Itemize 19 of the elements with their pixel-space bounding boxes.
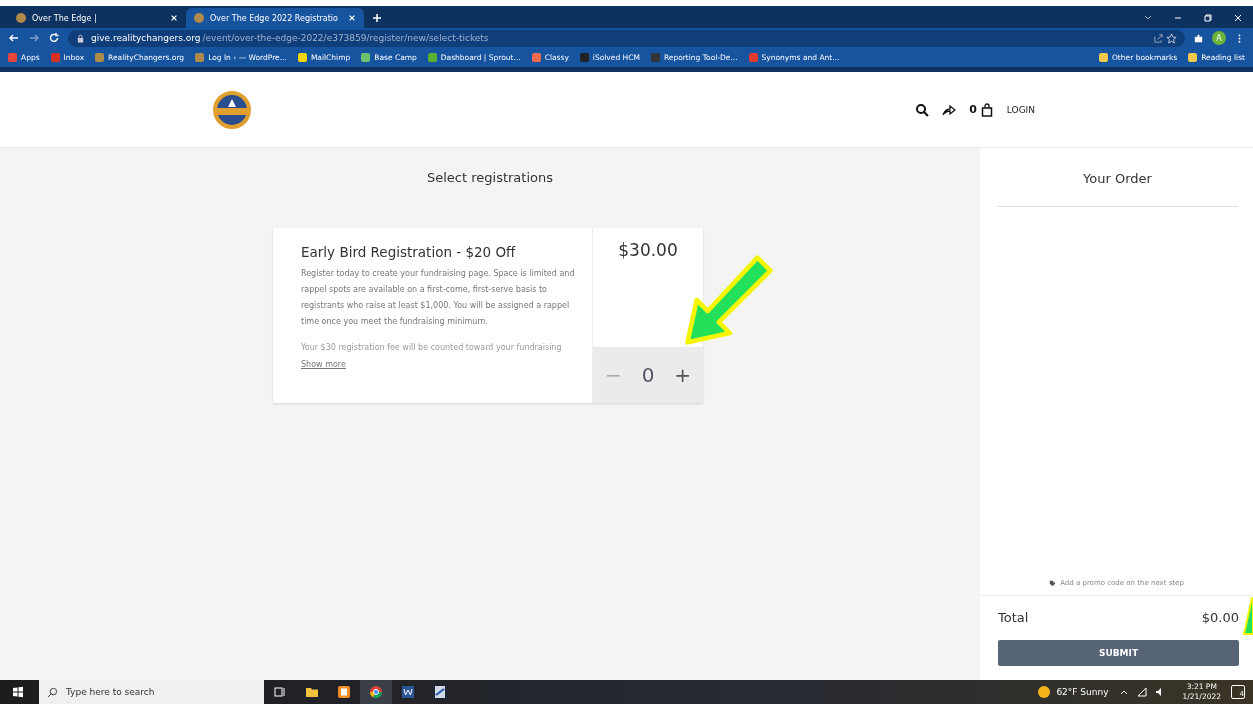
address-bar[interactable]: give.realitychangers.org /event/over-the-edge-2022/e373859/register/new/select-tickets xyxy=(68,29,1185,47)
login-link[interactable]: LOGIN xyxy=(1006,104,1035,115)
ticket-price: $30.00 xyxy=(617,239,679,262)
ticket-name: Early Bird Registration - $20 Off xyxy=(301,244,517,260)
ticket-description: Register today to create your fundraising page. Space is limited and rappel spots are available on a first-come, first-serve basis to registrants who raise at least $1,000. You will be assigned a rappel time once you meet the fundraising minimum. xyxy=(301,268,576,328)
taskbar-search-field[interactable]: Type here to search xyxy=(39,680,264,704)
cart-count[interactable]: 0 xyxy=(969,103,977,116)
increase-button[interactable]: + xyxy=(670,363,696,387)
quantity-value: 0 xyxy=(641,363,655,387)
total-amount: $0.00 xyxy=(1201,610,1239,625)
total-label: Total xyxy=(998,610,1029,625)
show-more-link[interactable]: Show more xyxy=(301,360,578,369)
section-title: Select registrations xyxy=(426,170,554,185)
ticket-description: Your $30 registration fee will be counted toward your fundraising xyxy=(301,342,563,354)
order-title: Your Order xyxy=(997,171,1238,207)
browser-tab[interactable]: Over The Edge | xyxy=(8,8,186,28)
submit-button[interactable]: SUBMIT xyxy=(998,640,1239,666)
weather-text[interactable]: 62°F Sunny xyxy=(1056,687,1109,697)
browser-tab[interactable]: Over The Edge 2022 Registratio xyxy=(186,8,364,28)
